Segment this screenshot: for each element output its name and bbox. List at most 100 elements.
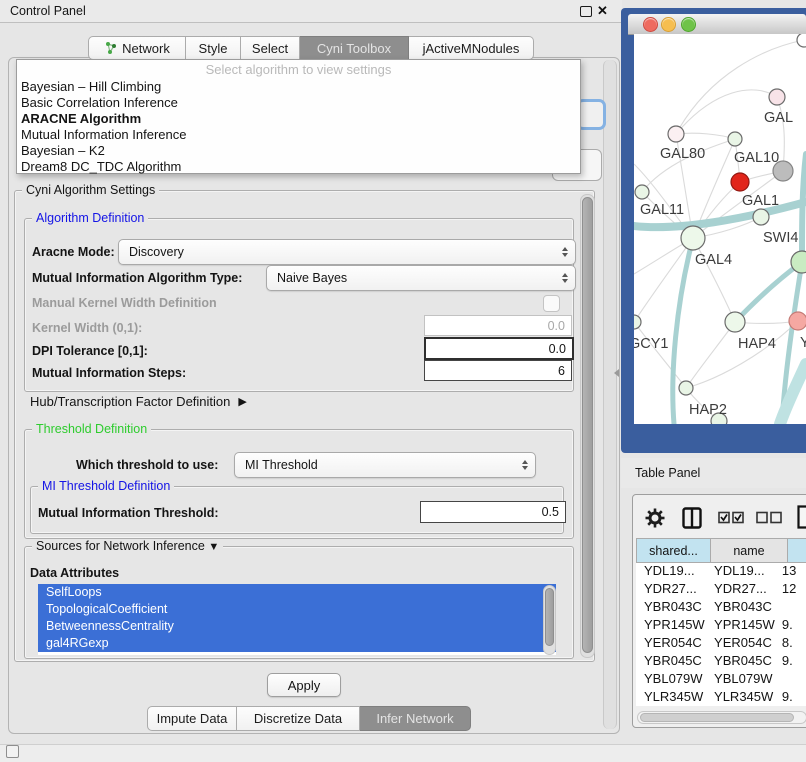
columns-icon[interactable] bbox=[682, 507, 702, 529]
float-window-icon[interactable] bbox=[580, 6, 592, 17]
column-header-name[interactable]: name bbox=[711, 538, 788, 563]
data-attributes-label: Data Attributes bbox=[30, 566, 119, 580]
stepper-icon bbox=[562, 247, 568, 257]
network-node-gal11[interactable] bbox=[635, 185, 649, 199]
control-panel-titlebar: Control Panel ✕ bbox=[0, 0, 622, 23]
which-threshold-combo[interactable]: MI Threshold bbox=[234, 452, 536, 478]
node-label: GCY1 bbox=[634, 336, 669, 352]
attribute-list-scrollbar[interactable] bbox=[543, 585, 556, 655]
network-node-red[interactable] bbox=[731, 173, 749, 191]
dropdown-item[interactable]: Mutual Information Inference bbox=[17, 127, 580, 143]
which-threshold-label: Which threshold to use: bbox=[76, 458, 218, 472]
node-label: GAL1 bbox=[742, 193, 779, 209]
mi-algorithm-type-combo[interactable]: Naive Bayes bbox=[266, 265, 576, 291]
collapse-down-icon[interactable]: ▼ bbox=[208, 541, 219, 553]
document-icon[interactable] bbox=[797, 505, 806, 529]
splitter-handle-icon[interactable] bbox=[614, 369, 619, 377]
table-row[interactable]: YER054C YER054C 8. bbox=[636, 635, 806, 653]
dpi-tolerance-field[interactable]: 0.0 bbox=[424, 337, 574, 360]
dropdown-item[interactable]: Bayesian – K2 bbox=[17, 143, 580, 159]
tab-discretize-data[interactable]: Discretize Data bbox=[237, 706, 360, 731]
minimize-traffic-light-icon[interactable] bbox=[661, 17, 676, 32]
network-window-titlebar[interactable] bbox=[628, 14, 806, 35]
zoom-traffic-light-icon[interactable] bbox=[681, 17, 696, 32]
screen: Control Panel ✕ Network Style Select Cyn… bbox=[0, 0, 806, 762]
control-panel-title: Control Panel bbox=[10, 4, 86, 18]
network-node[interactable] bbox=[797, 34, 806, 47]
tab-style[interactable]: Style bbox=[186, 36, 241, 60]
collapsed-panel-icon[interactable] bbox=[6, 745, 19, 758]
panel-vertical-scrollbar[interactable] bbox=[603, 60, 617, 729]
dropdown-item-selected[interactable]: ARACNE Algorithm bbox=[17, 111, 580, 127]
settings-scrollbar-thumb[interactable] bbox=[582, 197, 593, 653]
network-node-hap4[interactable] bbox=[725, 312, 745, 332]
table-row[interactable]: YLR345W YLR345W 9. bbox=[636, 689, 806, 706]
column-header-cut[interactable] bbox=[788, 538, 806, 563]
attribute-item-selected[interactable]: SelfLoops bbox=[38, 584, 556, 601]
tab-jactivemnodules[interactable]: jActiveMNodules bbox=[409, 36, 534, 60]
table-header: shared... name bbox=[636, 538, 806, 563]
network-node-gal-cut[interactable] bbox=[769, 89, 785, 105]
apply-button[interactable]: Apply bbox=[267, 673, 341, 697]
stepper-icon bbox=[562, 273, 568, 283]
aracne-mode-label: Aracne Mode: bbox=[32, 245, 115, 259]
sources-group-title: Sources for Network Inference ▼ bbox=[32, 539, 223, 553]
mi-threshold-field[interactable]: 0.5 bbox=[420, 501, 566, 523]
node-label: GAL bbox=[764, 110, 793, 126]
table-row[interactable]: YBR045C YBR045C 9. bbox=[636, 653, 806, 671]
data-attributes-list: SelfLoops TopologicalCoefficient Between… bbox=[38, 584, 556, 655]
network-node-gal10[interactable] bbox=[728, 132, 742, 146]
tab-impute-data[interactable]: Impute Data bbox=[147, 706, 237, 731]
attribute-item-selected[interactable]: gal4RGexp bbox=[38, 635, 556, 652]
gear-icon[interactable] bbox=[645, 508, 665, 528]
network-node-salmon[interactable] bbox=[789, 312, 806, 330]
attribute-item-selected[interactable]: TopologicalCoefficient bbox=[38, 601, 556, 618]
bottom-tabs: Impute Data Discretize Data Infer Networ… bbox=[147, 706, 471, 731]
network-icon bbox=[104, 41, 118, 55]
network-node-hap2[interactable] bbox=[679, 381, 693, 395]
mi-threshold-group-title: MI Threshold Definition bbox=[38, 479, 174, 493]
network-node-gcy1[interactable] bbox=[634, 315, 641, 329]
node-label: HAP2 bbox=[689, 402, 727, 418]
dropdown-item[interactable]: Dream8 DC_TDC Algorithm bbox=[17, 159, 580, 175]
column-header-shared[interactable]: shared... bbox=[636, 538, 711, 563]
unchecked-boxes-icon[interactable] bbox=[756, 511, 782, 524]
node-label: GAL11 bbox=[640, 202, 684, 218]
settings-scrollbar-track[interactable] bbox=[580, 194, 595, 658]
checked-boxes-icon[interactable] bbox=[718, 511, 744, 524]
kernel-width-label: Kernel Width (0,1): bbox=[32, 321, 142, 335]
close-traffic-light-icon[interactable] bbox=[643, 17, 658, 32]
tab-infer-network[interactable]: Infer Network bbox=[360, 706, 471, 731]
tab-cyni-toolbox[interactable]: Cyni Toolbox bbox=[300, 36, 409, 60]
attribute-list-scrollbar-thumb[interactable] bbox=[545, 588, 554, 646]
tab-network[interactable]: Network bbox=[88, 36, 186, 60]
kernel-width-field[interactable]: 0.0 bbox=[424, 315, 572, 336]
table-row[interactable]: YBL079W YBL079W bbox=[636, 671, 806, 689]
network-node-labels: GAL GAL80 GAL10 GAL1 GAL11 GAL4 SWI4 GCY… bbox=[634, 110, 806, 418]
algorithm-definition-title: Algorithm Definition bbox=[32, 211, 148, 225]
attribute-item-selected[interactable]: BetweennessCentrality bbox=[38, 618, 556, 635]
table-horizontal-scrollbar-thumb[interactable] bbox=[640, 713, 794, 722]
hub-definition-expander[interactable]: Hub/Transcription Factor Definition ▶ bbox=[30, 394, 247, 409]
table-horizontal-scrollbar[interactable] bbox=[637, 711, 806, 724]
algorithm-dropdown-list: Select algorithm to view settings Bayesi… bbox=[16, 59, 581, 174]
network-node-gal1[interactable] bbox=[753, 209, 769, 225]
table-row[interactable]: YDR27... YDR27... 12 bbox=[636, 581, 806, 599]
threshold-definition-title: Threshold Definition bbox=[32, 422, 151, 436]
network-canvas[interactable]: GAL GAL80 GAL10 GAL1 GAL11 GAL4 SWI4 GCY… bbox=[634, 34, 806, 424]
dropdown-item[interactable]: Basic Correlation Inference bbox=[17, 95, 580, 111]
tab-select[interactable]: Select bbox=[241, 36, 300, 60]
network-node-gal80[interactable] bbox=[668, 126, 684, 142]
close-icon[interactable]: ✕ bbox=[597, 6, 608, 16]
table-row[interactable]: YDL19... YDL19... 13 bbox=[636, 563, 806, 581]
bottom-status-strip bbox=[0, 744, 806, 762]
aracne-mode-combo[interactable]: Discovery bbox=[118, 239, 576, 265]
node-label: GAL80 bbox=[660, 146, 705, 162]
table-row[interactable]: YPR145W YPR145W 9. bbox=[636, 617, 806, 635]
manual-kernel-width-checkbox[interactable] bbox=[543, 295, 560, 312]
table-row[interactable]: YBR043C YBR043C bbox=[636, 599, 806, 617]
dropdown-item[interactable]: Bayesian – Hill Climbing bbox=[17, 79, 580, 95]
network-node-gal4[interactable] bbox=[681, 226, 705, 250]
mi-steps-field[interactable]: 6 bbox=[424, 360, 572, 381]
mi-steps-label: Mutual Information Steps: bbox=[32, 366, 186, 380]
